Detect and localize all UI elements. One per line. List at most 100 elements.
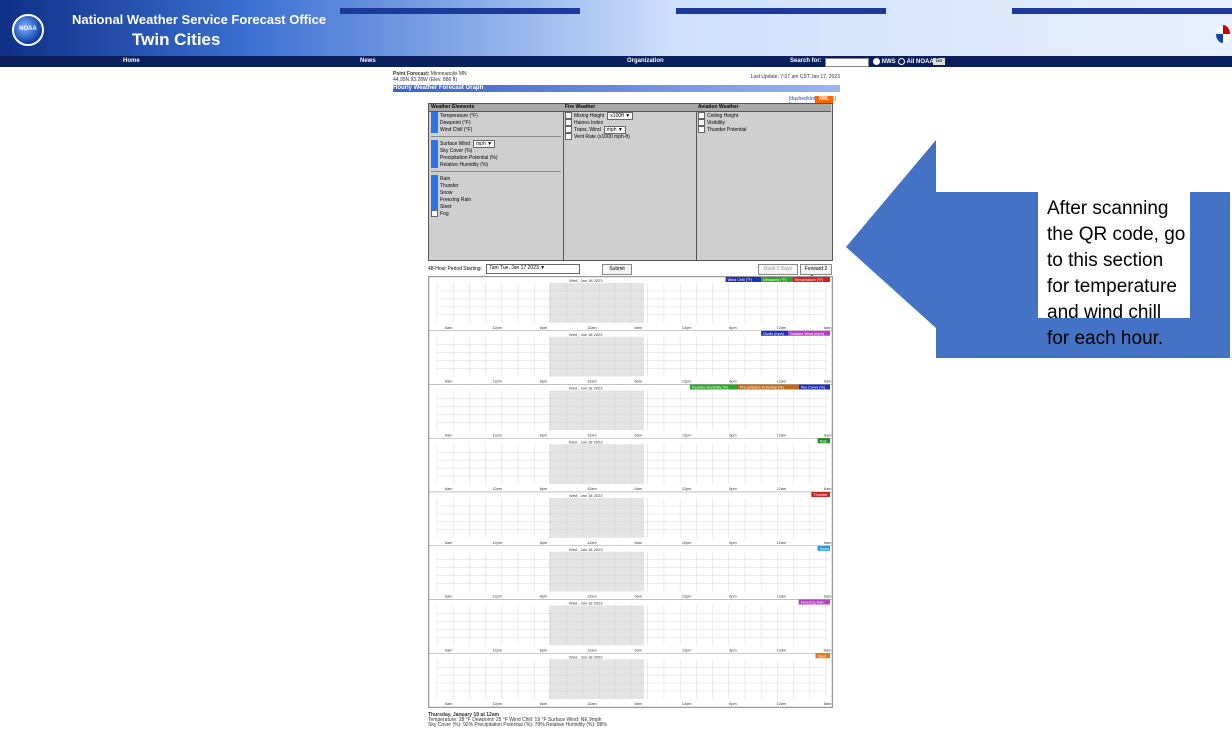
fire-group: Mixing Height x100ft ▼ Haines Index Trans. … (563, 112, 696, 140)
radio-all-noaa[interactable]: All NOAA (898, 58, 934, 65)
x-tick-label: 6pm (540, 595, 547, 599)
checkbox[interactable] (565, 133, 572, 140)
noaa-logo[interactable]: NOAA (12, 14, 44, 46)
checkbox[interactable] (431, 147, 438, 154)
x-tick-label: 12pm (492, 380, 502, 384)
x-tick-label: 12am (587, 380, 597, 384)
x-tick-label: 12am (777, 702, 787, 706)
unit-select[interactable]: x100ft ▼ (607, 112, 634, 120)
search-input[interactable] (825, 58, 869, 67)
checkbox-row[interactable]: Mixing Height x100ft ▼ (565, 112, 696, 120)
x-tick-label: 6am (824, 648, 831, 652)
radio-icon[interactable] (898, 58, 905, 65)
checkbox-row[interactable]: Trans. Wind mph ▼ (565, 126, 696, 134)
chart-legend-label: Rain (820, 439, 828, 443)
checkbox-row[interactable]: Fog (431, 210, 563, 217)
chart-date-label: Wed , Jan 18 2023 (569, 278, 603, 283)
x-tick-label: 6am (824, 326, 831, 330)
x-tick-label: 12am (777, 487, 787, 491)
nav-organization[interactable]: Organization (627, 58, 664, 64)
checkbox-row[interactable]: Thunder (431, 182, 563, 189)
nav-home[interactable]: Home (123, 58, 140, 64)
weather-group-1: Temperature (°F) Dewpoint (°F) Wind Chill … (429, 112, 563, 133)
checkbox[interactable] (431, 182, 438, 189)
nws-seal-icon[interactable] (1216, 25, 1230, 43)
checkbox-row[interactable]: Relative Humidity (%) (431, 161, 563, 168)
aviation-weather-col: Aviation Weather Ceiling Height Visibilit… (696, 104, 831, 260)
checkbox[interactable] (565, 119, 572, 126)
last-update: Last Update: 7:07 am CST Jan 17, 2023 (750, 74, 840, 80)
checkbox-label: Sleet (440, 203, 452, 210)
go-button[interactable]: Go (933, 58, 945, 65)
checkbox[interactable] (431, 112, 438, 119)
unit-select[interactable]: mph ▼ (473, 140, 496, 148)
checkbox[interactable] (431, 175, 438, 182)
checkbox[interactable] (431, 189, 438, 196)
site-header: NOAA National Weather Service Forecast O… (0, 0, 1232, 56)
checkbox[interactable] (431, 203, 438, 210)
checkbox[interactable] (698, 126, 705, 133)
checkbox[interactable] (431, 154, 438, 161)
checkbox-row[interactable]: Sleet (431, 203, 563, 210)
checkbox-row[interactable]: Visibility (698, 119, 831, 126)
checkbox[interactable] (431, 210, 438, 217)
checkbox-row[interactable]: Surface Wind mph ▼ (431, 140, 563, 148)
x-tick-label: 12pm (492, 326, 502, 330)
submit-button[interactable]: Submit (602, 264, 632, 275)
checkbox-row[interactable]: Freezing Rain (431, 196, 563, 203)
checkbox-row[interactable]: Snow (431, 189, 563, 196)
x-tick-label: 12pm (682, 380, 692, 384)
checkbox-row[interactable]: Sky Cover (%) (431, 147, 563, 154)
checkbox[interactable] (698, 119, 705, 126)
checkbox[interactable] (431, 196, 438, 203)
x-tick-label: 6pm (540, 433, 547, 437)
night-shade (549, 283, 644, 323)
checkbox-label: Relative Humidity (%) (440, 161, 489, 168)
chart-legend-label: Surface Wind (mph) (790, 332, 824, 336)
x-tick-label: 6am (824, 380, 831, 384)
forecast-charts[interactable]: Wed , Jan 18 2023 Temperature (°F) Dewpoin… (428, 276, 833, 708)
period-select[interactable]: 7am Tue, Jan 17 2023 ▼ (486, 264, 580, 274)
chart-legend-label: Dewpoint (°F) (763, 278, 787, 282)
night-shade (549, 659, 644, 699)
checkbox[interactable] (431, 119, 438, 126)
x-tick-label: 6am (635, 433, 642, 437)
checkbox-row[interactable]: Haines Index (565, 119, 696, 126)
chart-date-label: Wed , Jan 18 2023 (569, 386, 603, 391)
chart-date-label: Wed , Jan 18 2023 (569, 439, 603, 444)
checkbox[interactable] (698, 112, 705, 119)
x-tick-label: 12am (777, 541, 787, 545)
x-tick-label: 12am (777, 380, 787, 384)
radio-icon[interactable] (873, 58, 880, 65)
fire-weather-col: Fire Weather Mixing Height x100ft ▼ Haines… (563, 104, 697, 260)
back-2-days-button[interactable]: Back 2 Days (758, 264, 798, 275)
x-tick-label: 6am (445, 487, 452, 491)
checkbox-row[interactable]: Thunder Potential (698, 126, 831, 133)
chevron-down-icon: ▼ (540, 265, 546, 271)
nav-news[interactable]: News (360, 58, 376, 64)
checkbox-row[interactable]: Dewpoint (°F) (431, 119, 563, 126)
checkbox-label: Thunder Potential (707, 126, 747, 133)
chart-legend-label: Wind Chill (°F) (728, 278, 753, 282)
x-tick-label: 6pm (729, 380, 736, 384)
radio-nws[interactable]: NWS (873, 58, 896, 65)
checkbox-row[interactable]: Rain (431, 175, 563, 182)
checkbox-row[interactable]: Precipitation Potential (%) (431, 154, 563, 161)
x-tick-label: 6pm (540, 380, 547, 384)
office-name: Twin Cities (132, 30, 221, 49)
checkbox[interactable] (431, 161, 438, 168)
night-shade (549, 390, 644, 431)
xml-button[interactable]: XML (815, 96, 833, 103)
checkbox[interactable] (431, 126, 438, 133)
x-tick-label: 12am (587, 648, 597, 652)
checkbox-row[interactable]: Vent Rate (x1000 mph-ft) (565, 133, 696, 140)
checkbox-row[interactable]: Wind Chill (°F) (431, 126, 563, 133)
x-tick-label: 6pm (540, 541, 547, 545)
x-tick-label: 12pm (492, 595, 502, 599)
forward-2-days-button[interactable]: Forward 2 Days (800, 264, 832, 281)
divider (431, 136, 561, 137)
checkbox-row[interactable]: Temperature (°F) (431, 112, 563, 119)
checkbox-row[interactable]: Ceiling Height (698, 112, 831, 119)
point-forecast: Point Forecast: Minneapolis MN 44.95N 93… (393, 71, 467, 83)
weather-group-3: Rain Thunder Snow Freezing Rain Sleet Fog (429, 175, 563, 217)
